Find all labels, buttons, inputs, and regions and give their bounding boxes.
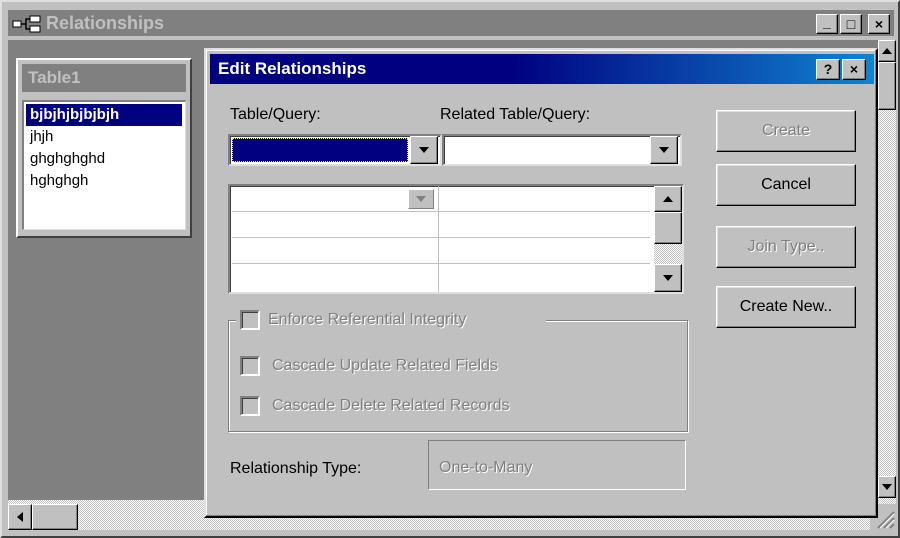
- minimize-button[interactable]: _: [816, 14, 838, 34]
- horizontal-scroll-thumb[interactable]: [32, 504, 78, 530]
- close-button[interactable]: ×: [868, 14, 890, 34]
- related-table-combo[interactable]: [442, 134, 682, 166]
- grid-row[interactable]: [232, 186, 650, 212]
- close-icon: ×: [849, 61, 859, 77]
- grid-cell-dropdown-button[interactable]: [408, 189, 434, 209]
- chevron-down-icon: [416, 196, 426, 202]
- table-query-dropdown-button[interactable]: [410, 136, 438, 164]
- dialog-close-button[interactable]: ×: [842, 59, 866, 80]
- vertical-scroll-thumb[interactable]: [878, 62, 896, 110]
- list-item[interactable]: jhjh: [26, 126, 182, 148]
- enforce-integrity-label: Enforce Referential Integrity: [268, 311, 467, 328]
- list-item[interactable]: hghghgh: [26, 170, 182, 192]
- relationships-icon: [12, 15, 41, 33]
- chevron-down-icon: [419, 147, 429, 153]
- grid-row[interactable]: [232, 212, 650, 238]
- dialog-title: Edit Relationships: [218, 59, 367, 78]
- grid-row[interactable]: [232, 238, 650, 264]
- close-icon: ×: [874, 16, 884, 32]
- related-table-dropdown-button[interactable]: [650, 136, 678, 164]
- relationships-title: Relationships: [46, 13, 165, 33]
- relationship-type-label: Relationship Type:: [230, 460, 362, 477]
- cascade-update-label: Cascade Update Related Fields: [272, 357, 498, 374]
- table-query-combo[interactable]: [228, 134, 442, 166]
- grid-scroll-up-button[interactable]: [654, 186, 682, 212]
- table1-field-list[interactable]: Table1 bjbjhjbjbjbjh jhjh ghghghghd hghg…: [16, 58, 192, 238]
- grid-column-divider: [438, 186, 439, 292]
- cascade-delete-label: Cascade Delete Related Records: [272, 397, 510, 414]
- cancel-button[interactable]: Cancel: [716, 164, 856, 206]
- enforce-integrity-checkbox[interactable]: [240, 310, 260, 330]
- cascade-update-checkbox[interactable]: [240, 356, 260, 376]
- grid-scroll-thumb[interactable]: [654, 212, 682, 244]
- edit-relationships-dialog: Edit Relationships ? × Table/Query: Rela…: [204, 48, 878, 518]
- vertical-scrollbar[interactable]: [878, 40, 896, 514]
- table1-fields[interactable]: bjbjhjbjbjbjh jhjh ghghghghd hghghgh: [22, 100, 186, 230]
- table-query-value[interactable]: [232, 138, 408, 162]
- help-button[interactable]: ?: [816, 59, 840, 80]
- create-button[interactable]: Create: [716, 110, 856, 152]
- related-table-value[interactable]: [448, 138, 628, 162]
- arrow-up-icon: [663, 196, 673, 202]
- list-item[interactable]: bjbjhjbjbjbjh: [26, 104, 182, 126]
- grid-scroll-down-button[interactable]: [654, 264, 682, 292]
- relationship-type-box: One-to-Many: [428, 440, 686, 490]
- enforce-integrity-row[interactable]: Enforce Referential Integrity: [236, 310, 546, 332]
- cascade-delete-checkbox[interactable]: [240, 396, 260, 416]
- arrow-down-icon: [882, 484, 892, 490]
- grid-row[interactable]: [232, 264, 650, 290]
- scroll-down-button[interactable]: [878, 476, 896, 498]
- arrow-up-icon: [882, 48, 892, 54]
- dialog-titlebar[interactable]: Edit Relationships: [210, 54, 874, 84]
- create-new-button[interactable]: Create New..: [716, 286, 856, 328]
- help-icon: ?: [823, 61, 833, 77]
- relationship-type-value: One-to-Many: [439, 459, 533, 476]
- table-query-label: Table/Query:: [230, 106, 321, 124]
- scroll-up-button[interactable]: [878, 40, 896, 62]
- table1-title[interactable]: Table1: [22, 64, 186, 92]
- field-mapping-grid[interactable]: [228, 184, 684, 294]
- integrity-groupbox: [228, 320, 688, 432]
- related-table-label: Related Table/Query:: [440, 106, 590, 124]
- join-type-button[interactable]: Join Type..: [716, 226, 856, 268]
- list-item[interactable]: ghghghghd: [26, 148, 182, 170]
- arrow-down-icon: [663, 275, 673, 281]
- maximize-button[interactable]: □: [840, 14, 862, 34]
- maximize-icon: □: [846, 16, 856, 32]
- minimize-icon: _: [823, 14, 831, 30]
- table-query-label-text: Table/Query:: [230, 106, 321, 123]
- chevron-down-icon: [659, 147, 669, 153]
- arrow-left-icon: [17, 512, 23, 522]
- related-table-label-text: Related Table/Query:: [440, 106, 591, 123]
- scroll-left-button[interactable]: [8, 504, 32, 530]
